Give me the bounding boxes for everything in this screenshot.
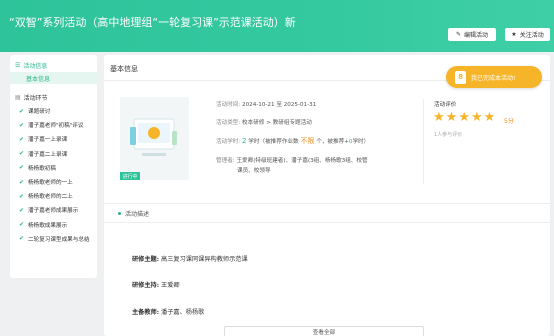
credit-hours: 2 bbox=[242, 137, 247, 145]
rating-stars[interactable]: ★ ★ ★ ★ ★ bbox=[433, 111, 495, 124]
rating-count: 1人参与评价 bbox=[434, 132, 463, 138]
teacher-value: 潘子嘉、杨杨歌 bbox=[161, 309, 205, 316]
check-icon: ✔ bbox=[19, 164, 25, 172]
time-label: 活动时间: bbox=[216, 102, 241, 108]
type-value: 校本研修 > 教研组专题活动 bbox=[242, 120, 312, 126]
activity-cover-image bbox=[120, 97, 189, 180]
manager-value: 王爱卿(特级班建者)、潘子嘉(3组、杨杨歌3组、校管 bbox=[236, 158, 368, 164]
sidebar-info-heading[interactable]: ☰ 活动信息 bbox=[10, 58, 97, 72]
check-icon: ✔ bbox=[19, 192, 25, 200]
description-teacher: 主备教师: 潘子嘉、杨杨歌 bbox=[132, 307, 204, 316]
star-icon[interactable]: ★ bbox=[471, 111, 483, 124]
time-value: 2024-10-21 至 2025-01-31 bbox=[242, 102, 317, 108]
star-icon[interactable]: ★ bbox=[458, 111, 470, 124]
sidebar-step-label: 二轮复习课型成果与总结 bbox=[28, 236, 90, 243]
check-icon: ✔ bbox=[19, 135, 25, 143]
topic-label: 研修主题: bbox=[132, 256, 160, 263]
sidebar-step-label: 课题研讨 bbox=[28, 109, 51, 116]
topic-value: 高三复习课同课异构教师示范课 bbox=[161, 256, 248, 263]
follow-activity-button[interactable]: ★ 关注活动 bbox=[505, 28, 550, 41]
follow-activity-label: 关注活动 bbox=[519, 32, 544, 39]
description-header[interactable]: 活动描述 bbox=[104, 203, 550, 223]
description-title-label: 活动描述 bbox=[125, 211, 150, 218]
star-icon: ★ bbox=[511, 31, 517, 38]
leader-label: 研修主持: bbox=[132, 282, 160, 289]
check-icon: ✔ bbox=[19, 150, 25, 158]
check-icon: ✔ bbox=[19, 178, 25, 186]
sidebar-step-item[interactable]: ✔ 杨杨歌初稿 bbox=[10, 161, 97, 175]
sidebar-step-item[interactable]: ✔ 杨杨歌成果展示 bbox=[10, 218, 97, 232]
sidebar-step-label: 潘子嘉一上录课 bbox=[28, 137, 68, 144]
sidebar-step-label: 杨杨歌老师的一上 bbox=[28, 180, 73, 187]
sidebar-step-label: 潘子嘉老师成果展示 bbox=[28, 208, 79, 215]
list-icon: ☰ bbox=[15, 61, 21, 69]
sidebar-steps-list: ✔ 课题研讨 ✔ 潘子嘉老师"初稿"评议 ✔ 潘子嘉一上录课 ✔ 潘子嘉二上录课 ✔ 杨杨歌初稿 ✔… bbox=[10, 104, 97, 246]
sidebar-step-item[interactable]: ✔ 杨杨歌老师的二上 bbox=[10, 189, 97, 203]
credit-text: 学时（被推荐作业数 bbox=[248, 139, 299, 145]
sidebar-step-item[interactable]: ✔ 潘子嘉老师"初稿"评议 bbox=[10, 118, 97, 132]
status-badge: 进行中 bbox=[120, 172, 140, 180]
credit-text-3: 学时） bbox=[352, 139, 370, 145]
view-all-button[interactable]: 查看全部 bbox=[224, 326, 424, 336]
sidebar-step-item[interactable]: ✔ 二轮复习课型成果与总结 bbox=[10, 232, 97, 246]
sidebar-step-label: 杨杨歌老师的二上 bbox=[28, 194, 73, 201]
star-icon[interactable]: ★ bbox=[484, 111, 496, 124]
info-type-row: 活动类型: 校本研修 > 教研组专题活动 bbox=[216, 118, 312, 126]
sidebar-step-item[interactable]: ✔ 潘子嘉二上录课 bbox=[10, 147, 97, 161]
check-icon: ✔ bbox=[19, 206, 25, 214]
section-title: 基本信息 bbox=[110, 65, 138, 73]
complete-activity-label: 我已完成本活动! bbox=[471, 74, 516, 82]
cover-illustration-icon bbox=[130, 118, 177, 156]
check-icon: ✔ bbox=[19, 121, 25, 129]
description-topic: 研修主题: 高三复习课同课异构教师示范课 bbox=[132, 254, 248, 263]
edit-activity-label: 编辑活动 bbox=[464, 32, 489, 39]
sidebar-item-basic-info[interactable]: 基本信息 bbox=[10, 72, 97, 84]
sidebar-step-item[interactable]: ✔ 课题研讨 bbox=[10, 104, 97, 118]
divider bbox=[423, 99, 424, 184]
description-leader: 研修主持: 王爱卿 bbox=[132, 280, 180, 289]
main-panel: 基本信息 8 我已完成本活动! 进行中 活动时间: 2024-10-21 至 2… bbox=[104, 55, 550, 336]
star-icon[interactable]: ★ bbox=[446, 111, 458, 124]
evaluation-title: 活动评价 bbox=[434, 102, 457, 108]
sidebar-step-label: 潘子嘉老师"初稿"评议 bbox=[28, 123, 84, 130]
sidebar-step-label: 杨杨歌初稿 bbox=[28, 165, 56, 172]
sidebar-steps-heading-label: 活动环节 bbox=[23, 94, 48, 102]
sidebar-step-item[interactable]: ✔ 潘子嘉老师成果展示 bbox=[10, 203, 97, 217]
sidebar-info-heading-label: 活动信息 bbox=[23, 62, 48, 70]
sidebar-step-label: 杨杨歌成果展示 bbox=[28, 222, 68, 229]
check-icon: ✔ bbox=[19, 221, 25, 229]
leader-value: 王爱卿 bbox=[161, 282, 180, 289]
steps-icon: ▤ bbox=[15, 93, 21, 101]
page-title: “双智”系列活动（高中地理组“一轮复习课”示范课活动）新 bbox=[9, 16, 296, 29]
medal-icon: 8 bbox=[455, 70, 466, 84]
info-manager-row-2: 课员、校领导 bbox=[237, 166, 271, 174]
edit-activity-button[interactable]: ✎ 编辑活动 bbox=[448, 28, 496, 41]
complete-activity-button[interactable]: 8 我已完成本活动! bbox=[446, 66, 542, 88]
sidebar-item-label: 基本信息 bbox=[26, 75, 51, 83]
description-title: 活动描述 bbox=[118, 209, 149, 218]
sidebar: ☰ 活动信息 基本信息 ▤ 活动环节 ✔ 课题研讨 ✔ 潘子嘉老师"初稿"评议 ✔ 潘子嘉… bbox=[10, 55, 97, 278]
info-manager-row: 管理者: 王爱卿(特级班建者)、潘子嘉(3组、杨杨歌3组、校管 bbox=[216, 156, 368, 164]
star-icon[interactable]: ★ bbox=[433, 111, 445, 124]
check-icon: ✔ bbox=[19, 107, 25, 115]
info-credit-row: 活动学时: 2 学时（被推荐作业数 不限 个，被推荐+0学时） bbox=[216, 136, 369, 146]
sidebar-step-item[interactable]: ✔ 潘子嘉一上录课 bbox=[10, 132, 97, 146]
credit-limit: 不限 bbox=[300, 137, 315, 145]
teacher-label: 主备教师: bbox=[132, 309, 160, 316]
sidebar-step-item[interactable]: ✔ 杨杨歌老师的一上 bbox=[10, 175, 97, 189]
info-time-row: 活动时间: 2024-10-21 至 2025-01-31 bbox=[216, 100, 316, 108]
manager-value-2: 课员、校领导 bbox=[237, 168, 271, 174]
rating-score: 5分 bbox=[504, 118, 514, 125]
header-banner: “双智”系列活动（高中地理组“一轮复习课”示范课活动）新 ✎ 编辑活动 ★ 关注… bbox=[0, 0, 554, 52]
bullet-icon bbox=[118, 212, 121, 215]
credit-text-2: 个，被推荐+ bbox=[316, 139, 349, 145]
edit-icon: ✎ bbox=[455, 31, 461, 38]
sidebar-steps-heading[interactable]: ▤ 活动环节 bbox=[10, 90, 97, 104]
type-label: 活动类型: bbox=[216, 120, 241, 126]
sidebar-step-label: 潘子嘉二上录课 bbox=[28, 151, 68, 158]
check-icon: ✔ bbox=[19, 235, 25, 243]
manager-label: 管理者: bbox=[216, 158, 235, 164]
credit-label: 活动学时: bbox=[216, 139, 241, 145]
